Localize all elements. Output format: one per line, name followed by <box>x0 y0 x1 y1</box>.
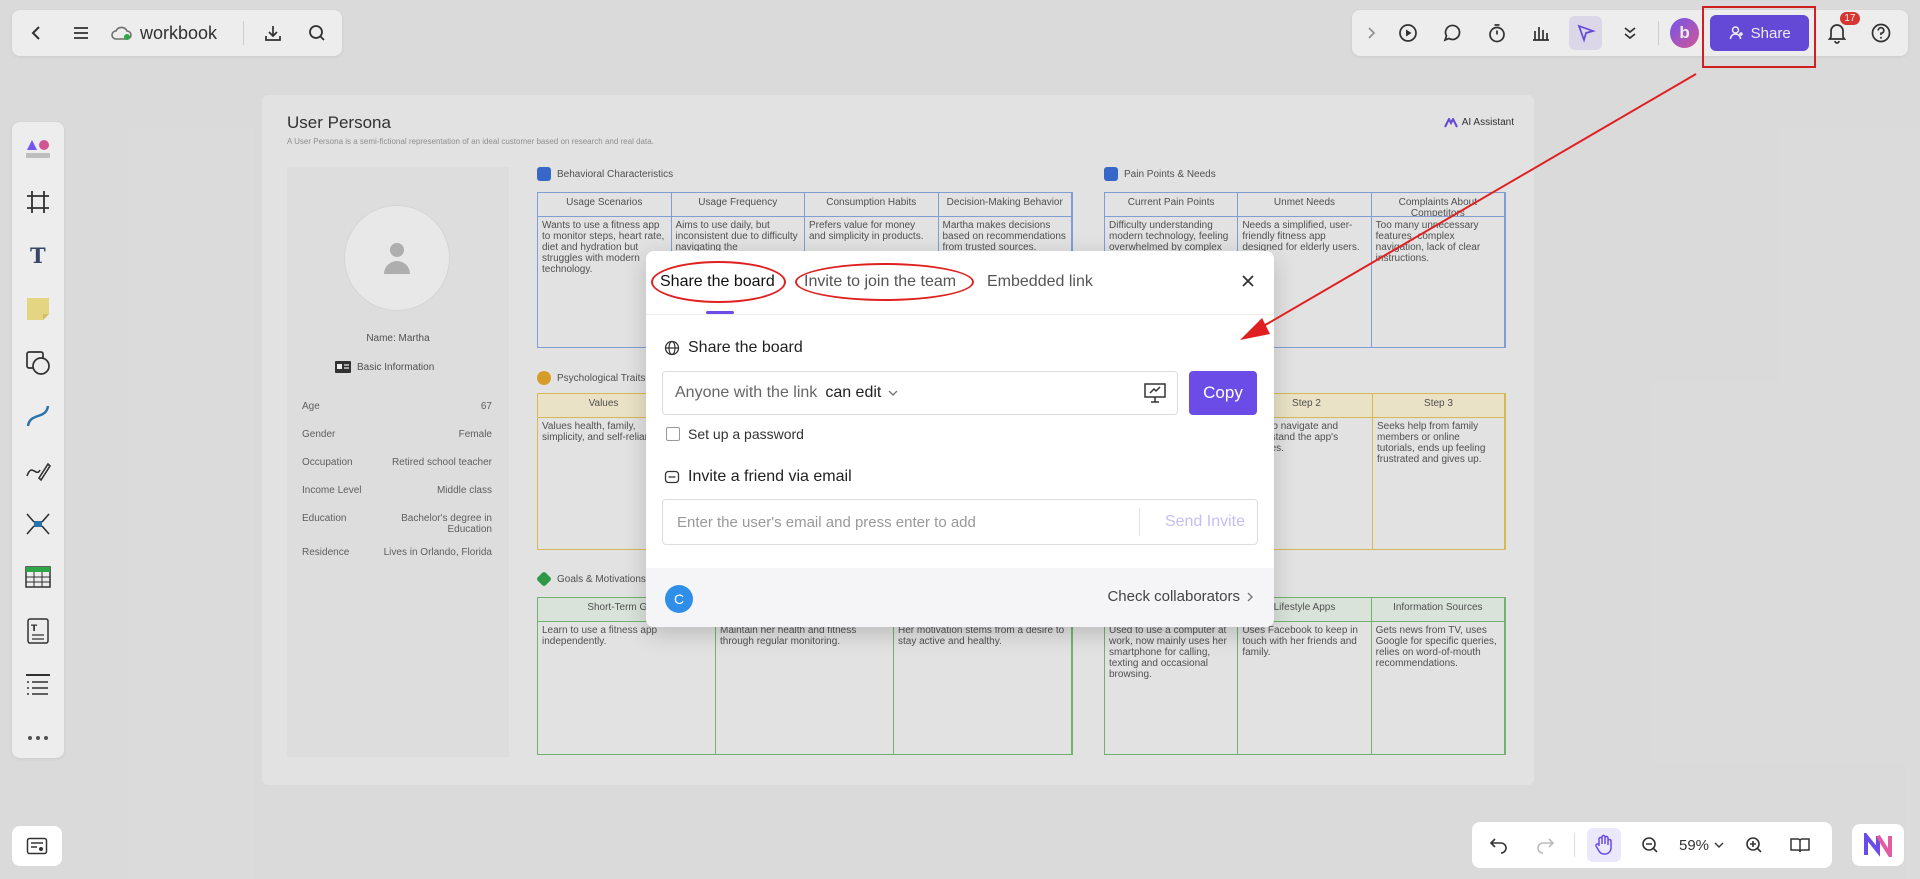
redo-icon[interactable] <box>1528 828 1562 862</box>
password-checkbox[interactable] <box>666 427 680 441</box>
active-tab-indicator <box>706 311 734 314</box>
zoom-level-dropdown[interactable]: 59% <box>1679 837 1725 854</box>
check-collaborators-link[interactable]: Check collaborators <box>1107 588 1254 605</box>
chevron-down-icon <box>887 389 899 397</box>
share-tabs: Share the board Invite to join the team … <box>646 251 1274 315</box>
bottom-left-toolbar <box>12 826 62 866</box>
zoom-in-icon[interactable] <box>1737 828 1771 862</box>
annotation-ellipse-share <box>651 261 786 303</box>
email-input[interactable] <box>663 500 1143 544</box>
password-label: Set up a password <box>688 426 804 442</box>
invite-section-title: Invite a friend via email <box>664 468 852 486</box>
collaborator-avatar[interactable]: C <box>665 585 693 613</box>
minimap-icon[interactable] <box>26 837 48 855</box>
password-option[interactable]: Set up a password <box>666 426 804 442</box>
chevron-down-icon <box>1713 841 1725 849</box>
input-divider <box>1139 508 1140 536</box>
tab-embedded-link[interactable]: Embedded link <box>987 273 1093 291</box>
link-permission-field[interactable]: Anyone with the link can edit <box>662 371 1178 415</box>
chevron-right-icon <box>1246 591 1254 603</box>
bottom-right-toolbar: 59% <box>1472 822 1832 868</box>
book-view-icon[interactable] <box>1783 828 1817 862</box>
hand-pan-icon[interactable] <box>1587 828 1621 862</box>
copy-link-button[interactable]: Copy <box>1189 371 1257 415</box>
modal-footer: C Check collaborators <box>646 568 1274 627</box>
annotation-ellipse-invite <box>795 263 974 301</box>
toolbar-divider <box>1574 833 1575 857</box>
share-section-title: Share the board <box>664 339 803 357</box>
link-scope-label: Anyone with the link <box>675 384 818 401</box>
app-logo-icon[interactable] <box>1852 824 1904 866</box>
email-icon <box>664 469 680 485</box>
share-modal: Share the board Invite to join the team … <box>646 251 1274 627</box>
zoom-out-icon[interactable] <box>1633 828 1667 862</box>
invite-email-box: Send Invite <box>662 499 1258 545</box>
undo-icon[interactable] <box>1482 828 1516 862</box>
globe-icon <box>664 340 680 356</box>
close-icon[interactable] <box>1236 269 1260 293</box>
send-invite-button[interactable]: Send Invite <box>1165 513 1245 531</box>
presentation-icon[interactable] <box>1143 382 1167 404</box>
permission-dropdown[interactable]: can edit <box>825 384 899 402</box>
